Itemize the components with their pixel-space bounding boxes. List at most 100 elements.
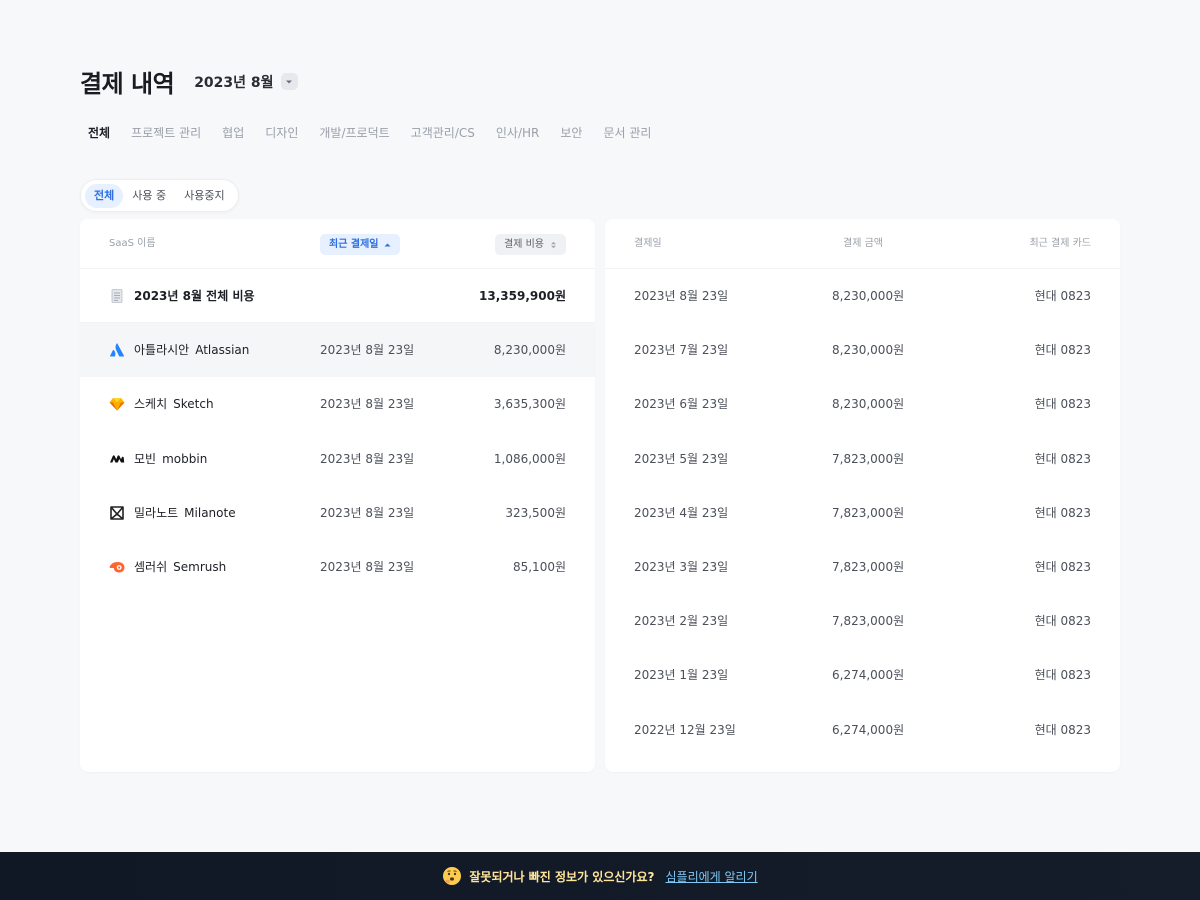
saas-name-ko: 스케치: [134, 397, 168, 412]
payment-card: 현대 0823: [1034, 614, 1091, 629]
banner-message: 잘못되거나 빠진 정보가 있으신가요?: [469, 869, 655, 884]
payment-card: 현대 0823: [1034, 289, 1091, 303]
payment-amount: 6,274,000원: [832, 722, 905, 737]
status-filter-chip[interactable]: 사용 중: [123, 184, 175, 208]
payment-cost: 323,500원: [505, 505, 566, 520]
total-cost-row: 2023년 8월 전체 비용 13,359,900원: [80, 269, 595, 324]
table-row[interactable]: 셈러쉬 Semrush 2023년 8월 23일 85,100원: [80, 540, 595, 594]
payment-date: 2023년 8월 23일: [634, 289, 729, 303]
category-tab[interactable]: 보안: [560, 124, 582, 141]
saas-name-ko: 밀라노트: [134, 505, 179, 520]
sort-payment-cost-button[interactable]: 결제 비용: [495, 234, 566, 255]
recent-payment-date: 2023년 8월 23일: [320, 397, 415, 412]
payment-amount: 8,230,000원: [832, 397, 905, 412]
table-row: 2023년 1월 23일 6,274,000원 현대 0823: [605, 648, 1120, 702]
payment-amount: 8,230,000원: [832, 343, 905, 358]
payment-card: 현대 0823: [1034, 668, 1091, 683]
status-filter-chip[interactable]: 사용중지: [175, 184, 233, 208]
payment-card: 현대 0823: [1034, 505, 1091, 520]
category-tab[interactable]: 협업: [222, 124, 244, 141]
payment-amount: 6,274,000원: [832, 668, 905, 683]
table-row[interactable]: 스케치 Sketch 2023년 8월 23일 3,635,300원: [80, 377, 595, 431]
payment-date: 2023년 3월 23일: [634, 559, 729, 574]
report-to-simply-link[interactable]: 심플리에게 알리기: [665, 868, 757, 885]
saas-cost-table: SaaS 이름 최근 결제일 결제 비용 2023년 8월 전체 비용 13,3…: [80, 219, 595, 772]
saas-name-cell: 스케치 Sketch: [109, 377, 214, 431]
payment-cost: 8,230,000원: [493, 343, 566, 358]
payment-amount: 7,823,000원: [832, 451, 905, 466]
chevron-down-icon[interactable]: [280, 73, 298, 90]
status-filter-chip[interactable]: 전체: [85, 183, 124, 208]
payment-amount: 7,823,000원: [832, 559, 905, 574]
recent-payment-date: 2023년 8월 23일: [320, 343, 415, 358]
sort-recent-payment-date-button[interactable]: 최근 결제일: [320, 234, 401, 255]
table-row: 2023년 3월 23일 7,823,000원 현대 0823: [605, 540, 1120, 594]
category-tab[interactable]: 고객관리/CS: [411, 124, 475, 141]
sort-both-icon: [551, 241, 556, 248]
payment-date: 2023년 7월 23일: [634, 343, 729, 358]
table-row: 2023년 4월 23일 7,823,000원 현대 0823: [605, 486, 1120, 540]
table-row[interactable]: 밀라노트 Milanote 2023년 8월 23일 323,500원: [80, 486, 595, 540]
table-row[interactable]: 아틀라시안 Atlassian 2023년 8월 23일 8,230,000원: [80, 323, 595, 378]
payment-amount: 7,823,000원: [832, 614, 905, 629]
sort-ascending-icon: [384, 243, 391, 246]
total-cost-cell: 2023년 8월 전체 비용: [109, 269, 255, 323]
payment-card: 현대 0823: [1034, 343, 1091, 358]
payment-amount: 7,823,000원: [832, 505, 905, 520]
category-tab[interactable]: 개발/프로덕트: [319, 124, 389, 141]
atlassian-logo-icon: [109, 342, 125, 358]
payment-cost: 85,100원: [512, 559, 566, 574]
table-row: 2022년 12월 23일 6,274,000원 현대 0823: [605, 703, 1120, 757]
category-tab[interactable]: 디자인: [265, 124, 298, 141]
saas-name-cell: 밀라노트 Milanote: [109, 486, 236, 540]
recent-payment-date: 2023년 8월 23일: [320, 451, 415, 466]
page-title: 결제 내역: [80, 70, 175, 98]
saas-name-cell: 아틀라시안 Atlassian: [109, 323, 249, 377]
saas-name-en: Sketch: [173, 397, 214, 412]
table-row: 2023년 6월 23일 8,230,000원 현대 0823: [605, 377, 1120, 431]
recent-payment-date: 2023년 8월 23일: [320, 559, 415, 574]
payment-card: 현대 0823: [1034, 397, 1091, 412]
recent-payment-date: 2023년 8월 23일: [320, 505, 415, 520]
saas-name-en: Semrush: [173, 559, 227, 574]
payment-date: 2023년 2월 23일: [634, 614, 729, 629]
period-selector[interactable]: 2023년 8월: [194, 72, 298, 92]
payment-card: 현대 0823: [1034, 451, 1091, 466]
saas-name-cell: 셈러쉬 Semrush: [109, 540, 226, 594]
payment-detail-table: 결제일 결제 금액 최근 결제 카드 2023년 8월 23일 8,230,000…: [605, 219, 1120, 772]
payment-cost: 3,635,300원: [493, 397, 566, 412]
category-tab[interactable]: 프로젝트 관리: [131, 124, 201, 141]
mobbin-logo-icon: [109, 451, 125, 467]
payment-rows: 2023년 8월 23일 8,230,000원 현대 0823 2023년 7월 23…: [605, 269, 1120, 757]
total-cost-label: 2023년 8월 전체 비용: [134, 289, 255, 303]
milanote-logo-icon: [109, 505, 125, 521]
thinking-face-icon: [443, 867, 462, 885]
payment-date: 2023년 6월 23일: [634, 397, 729, 412]
table-row: 2023년 8월 23일 8,230,000원 현대 0823: [605, 269, 1120, 323]
table-row: 2023년 2월 23일 7,823,000원 현대 0823: [605, 594, 1120, 648]
receipt-icon: [109, 288, 125, 304]
sort-label: 결제 비용: [504, 239, 544, 250]
table-row: 2023년 7월 23일 8,230,000원 현대 0823: [605, 323, 1120, 377]
category-tab[interactable]: 전체: [88, 124, 110, 141]
table-row[interactable]: 모빈 mobbin 2023년 8월 23일 1,086,000원: [80, 432, 595, 486]
payment-cost: 1,086,000원: [493, 451, 566, 466]
saas-name-en: mobbin: [162, 451, 208, 466]
saas-name-en: Atlassian: [195, 343, 250, 358]
column-header-saas-name[interactable]: SaaS 이름: [109, 219, 156, 269]
category-tab[interactable]: 인사/HR: [496, 124, 540, 141]
category-tab[interactable]: 문서 관리: [603, 124, 651, 141]
feedback-banner: 잘못되거나 빠진 정보가 있으신가요? 심플리에게 알리기: [0, 852, 1200, 900]
table-row: 2023년 5월 23일 7,823,000원 현대 0823: [605, 432, 1120, 486]
sort-label: 최근 결제일: [329, 239, 379, 250]
sketch-logo-icon: [109, 396, 125, 412]
category-tabs: 전체 프로젝트 관리 협업 디자인 개발/프로덕트 고객관리/CS 인사/HR 보안 문서 관리: [88, 124, 672, 141]
payment-date: 2023년 4월 23일: [634, 505, 729, 520]
payment-date: 2023년 1월 23일: [634, 668, 729, 683]
column-header-recent-card: 최근 결제 카드: [1029, 238, 1091, 249]
saas-name-ko: 셈러쉬: [134, 559, 168, 574]
saas-name-en: Milanote: [184, 505, 236, 520]
payment-card: 현대 0823: [1034, 722, 1091, 737]
column-header-payment-date: 결제일: [634, 238, 662, 249]
saas-rows: 아틀라시안 Atlassian 2023년 8월 23일 8,230,000원스케치 S…: [80, 323, 595, 594]
